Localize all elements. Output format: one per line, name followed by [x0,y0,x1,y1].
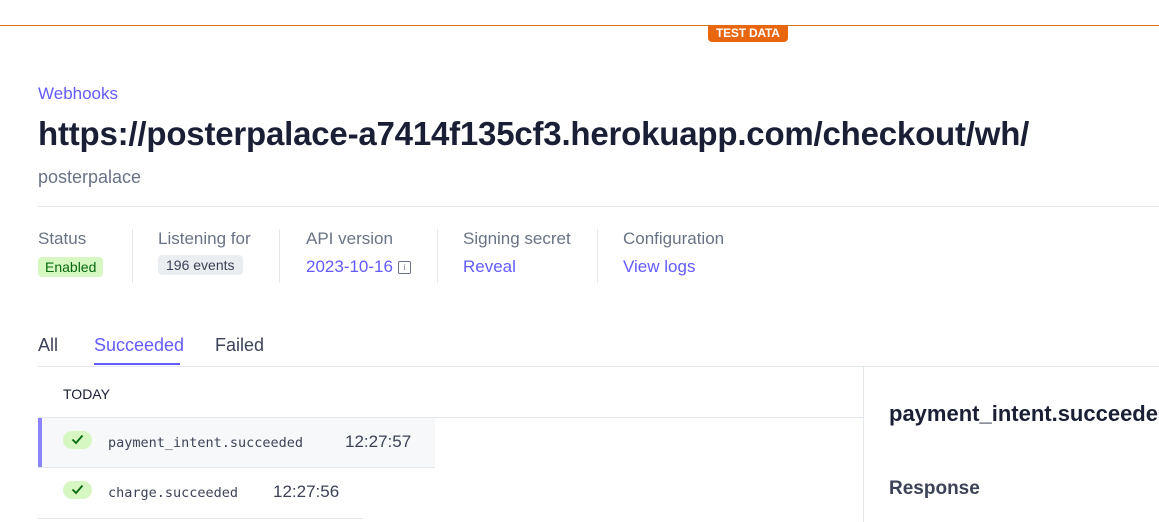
tab-succeeded[interactable]: Succeeded [94,335,184,356]
configuration-label: Configuration [623,229,725,248]
event-row[interactable]: payment_intent.succeeded 12:27:57 [38,418,435,468]
endpoint-description: posterpalace [38,167,142,187]
header-divider [38,206,1159,207]
test-data-badge: TEST DATA [708,25,788,42]
event-time: 12:27:57 [345,432,412,451]
event-name: payment_intent.succeeded [108,435,304,451]
meta-status: Status Enabled [38,229,104,283]
response-heading: Response [889,478,980,499]
signing-secret-label: Signing secret [463,229,571,248]
test-mode-banner-line [0,25,1159,26]
status-label: Status [38,229,87,248]
page-title: https://posterpalace-a7414f135cf3.heroku… [38,115,1030,152]
meta-signing-secret: Signing secret Reveal [437,229,571,283]
check-icon [63,431,92,449]
api-version-link[interactable]: 2023-10-16 [306,257,393,276]
info-icon[interactable]: i [397,261,411,274]
tab-all[interactable]: All [38,335,58,356]
tab-failed[interactable]: Failed [215,335,264,356]
reveal-secret-link[interactable]: Reveal [463,257,516,276]
status-badge: Enabled [38,257,104,277]
event-row[interactable]: charge.succeeded 12:27:56 [38,468,363,518]
check-icon [63,481,92,499]
breadcrumb-webhooks[interactable]: Webhooks [38,84,118,104]
api-version-label: API version [306,229,393,248]
detail-title: payment_intent.succeeded [889,401,1159,426]
event-name: charge.succeeded [108,485,239,501]
event-time: 12:27:56 [273,482,340,501]
listening-label: Listening for [158,229,251,248]
meta-configuration: Configuration View logs [597,229,724,283]
events-count-badge[interactable]: 196 events [158,255,243,275]
event-detail-panel: payment_intent.succeeded Response [863,367,1159,522]
meta-listening: Listening for 196 events [132,229,251,283]
view-logs-link[interactable]: View logs [623,257,695,276]
event-group-label: TODAY [63,386,110,402]
meta-api-version: API version 2023-10-16 i [279,229,411,283]
active-tab-indicator [94,363,180,365]
row-divider [38,518,363,519]
